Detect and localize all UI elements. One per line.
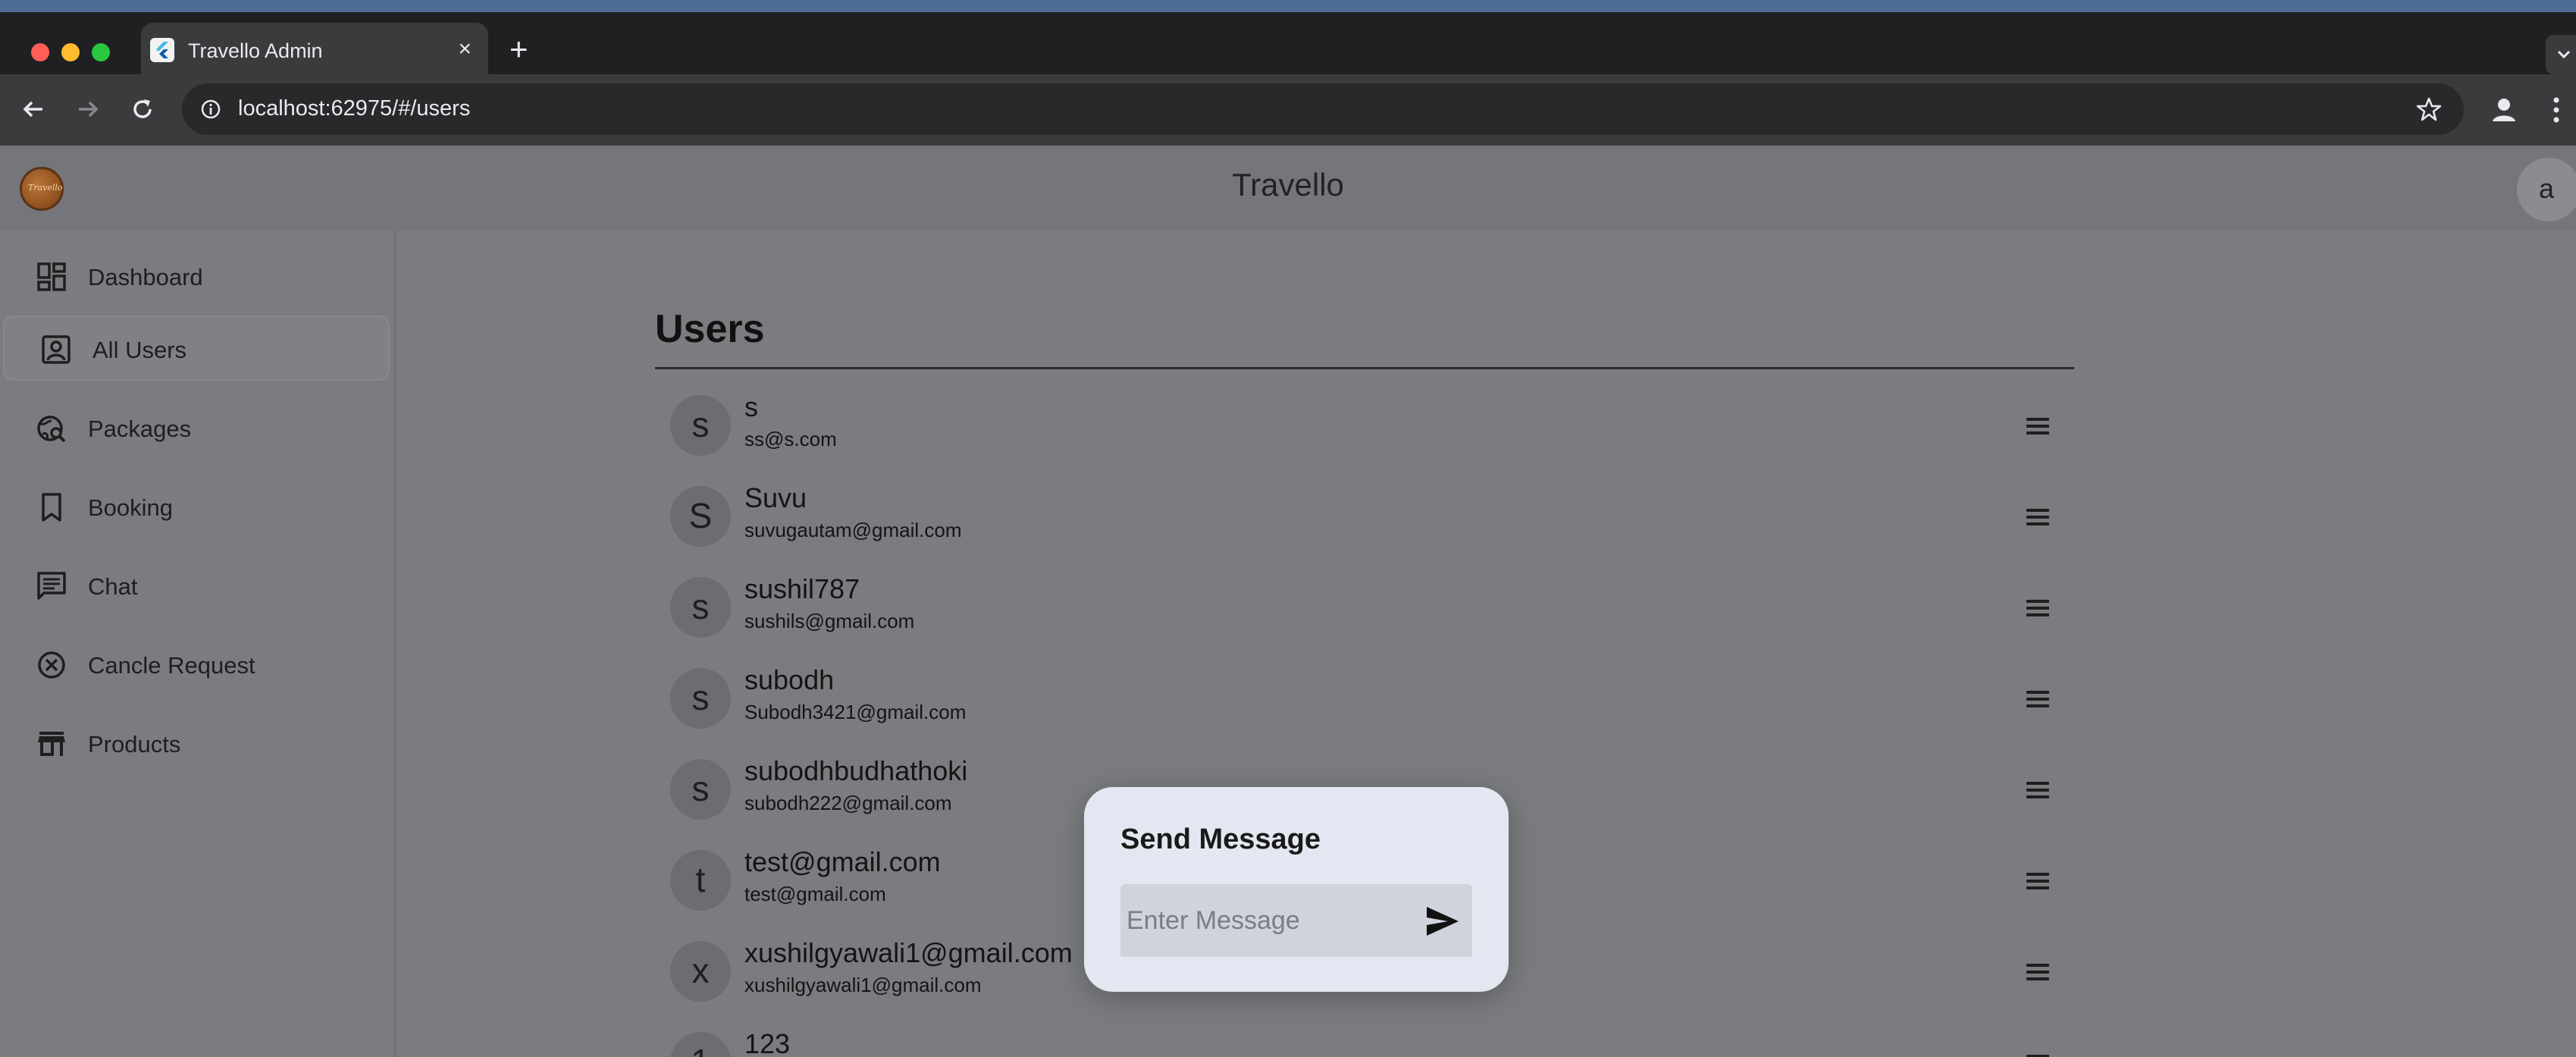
user-menu-icon[interactable] — [2017, 951, 2059, 993]
title-divider — [655, 367, 2074, 369]
sidebar-item-packages[interactable]: Packages — [3, 396, 390, 461]
user-avatar: s — [670, 759, 731, 820]
app-title: Travello — [1232, 167, 1344, 202]
user-email: sushils@gmail.com — [744, 610, 915, 632]
minimize-window-button[interactable] — [61, 43, 80, 61]
store-icon — [38, 732, 65, 756]
user-menu-icon[interactable] — [2017, 587, 2059, 629]
user-avatar: t — [670, 850, 731, 911]
sidebar-item-label: Products — [88, 731, 181, 757]
sidebar-item-label: Booking — [88, 494, 174, 521]
tab-search-button[interactable] — [2546, 35, 2576, 74]
maximize-window-button[interactable] — [92, 43, 110, 61]
account-avatar[interactable]: a — [2517, 158, 2576, 221]
user-email: xushilgyawali1@gmail.com — [744, 974, 982, 996]
user-name: s — [744, 391, 758, 422]
address-bar[interactable]: localhost:62975/#/users — [182, 83, 2464, 135]
dashboard-icon — [37, 262, 66, 291]
site-info-icon[interactable] — [199, 97, 223, 121]
close-window-button[interactable] — [31, 43, 49, 61]
sidebar-item-cancel-request[interactable]: Cancle Request — [3, 632, 390, 698]
user-list-item[interactable]: S Suvu suvugautam@gmail.com — [655, 472, 2074, 563]
chat-icon — [37, 572, 66, 600]
user-avatar: s — [670, 395, 731, 456]
desktop-strip — [0, 0, 2576, 12]
user-email: Subodh3421@gmail.com — [744, 701, 967, 723]
user-menu-icon[interactable] — [2017, 1042, 2059, 1057]
user-list-item[interactable]: s s ss@s.com — [655, 381, 2074, 472]
sidebar-item-dashboard[interactable]: Dashboard — [3, 244, 390, 309]
user-avatar: 1 — [670, 1032, 731, 1057]
message-field[interactable] — [1120, 884, 1472, 957]
user-menu-icon[interactable] — [2017, 860, 2059, 902]
sidebar: Dashboard All Users Packages Booking Cha… — [0, 231, 396, 1057]
bookmark-icon — [42, 493, 61, 522]
user-list-item[interactable]: 1 123 — [655, 1018, 2074, 1057]
dialog-title: Send Message — [1120, 823, 1321, 855]
user-email: test@gmail.com — [744, 883, 886, 905]
app-bar: Travello Travello a — [0, 146, 2576, 231]
user-name: xushilgyawali1@gmail.com — [744, 937, 1073, 968]
user-name: sushil787 — [744, 573, 860, 604]
user-email: subodh222@gmail.com — [744, 792, 952, 814]
send-icon[interactable] — [1424, 902, 1462, 940]
user-email: suvugautam@gmail.com — [744, 519, 962, 541]
travel-explore-icon — [37, 416, 66, 443]
flutter-favicon-icon — [150, 38, 174, 62]
more-vert-icon[interactable] — [2549, 94, 2564, 126]
chevron-down-icon — [2557, 50, 2571, 59]
sidebar-item-all-users[interactable]: All Users — [3, 315, 390, 381]
browser-tab-bar: Travello Admin × + — [0, 12, 2576, 74]
user-avatar: x — [670, 941, 731, 1002]
tab-title: Travello Admin — [188, 39, 323, 62]
back-arrow-icon[interactable] — [18, 94, 49, 124]
new-tab-button[interactable]: + — [509, 33, 528, 65]
forward-arrow-icon[interactable] — [73, 94, 103, 124]
user-avatar: s — [670, 577, 731, 638]
user-name: test@gmail.com — [744, 846, 941, 877]
user-menu-icon[interactable] — [2017, 678, 2059, 720]
cancel-icon — [38, 651, 65, 679]
send-message-dialog: Send Message — [1084, 787, 1509, 992]
sidebar-item-label: Dashboard — [88, 264, 203, 290]
account-box-icon — [42, 335, 71, 364]
sidebar-item-booking[interactable]: Booking — [3, 475, 390, 540]
user-list-item[interactable]: s sushil787 sushils@gmail.com — [655, 563, 2074, 654]
profile-icon[interactable] — [2488, 94, 2520, 126]
user-menu-icon[interactable] — [2017, 496, 2059, 538]
browser-tab[interactable]: Travello Admin × — [141, 23, 488, 74]
user-menu-icon[interactable] — [2017, 769, 2059, 811]
user-name: subodh — [744, 664, 835, 695]
page-title: Users — [655, 307, 765, 351]
tab-close-icon[interactable]: × — [458, 36, 472, 62]
user-name: Suvu — [744, 482, 807, 513]
user-avatar: s — [670, 668, 731, 729]
user-avatar: S — [670, 486, 731, 547]
sidebar-item-products[interactable]: Products — [3, 711, 390, 776]
user-name: 123 — [744, 1028, 791, 1057]
sidebar-item-label: All Users — [92, 337, 187, 363]
user-name: subodhbudhathoki — [744, 755, 968, 786]
sidebar-item-label: Cancle Request — [88, 652, 255, 679]
sidebar-item-label: Chat — [88, 573, 138, 600]
user-email: ss@s.com — [744, 428, 837, 450]
message-input[interactable] — [1120, 884, 1409, 957]
bookmark-star-icon[interactable] — [2415, 96, 2443, 123]
user-list-item[interactable]: s subodh Subodh3421@gmail.com — [655, 654, 2074, 745]
sidebar-item-label: Packages — [88, 416, 192, 442]
user-menu-icon[interactable] — [2017, 405, 2059, 447]
sidebar-item-chat[interactable]: Chat — [3, 554, 390, 619]
url-text: localhost:62975/#/users — [238, 96, 471, 121]
browser-toolbar: localhost:62975/#/users — [0, 74, 2576, 146]
reload-icon[interactable] — [127, 94, 158, 124]
